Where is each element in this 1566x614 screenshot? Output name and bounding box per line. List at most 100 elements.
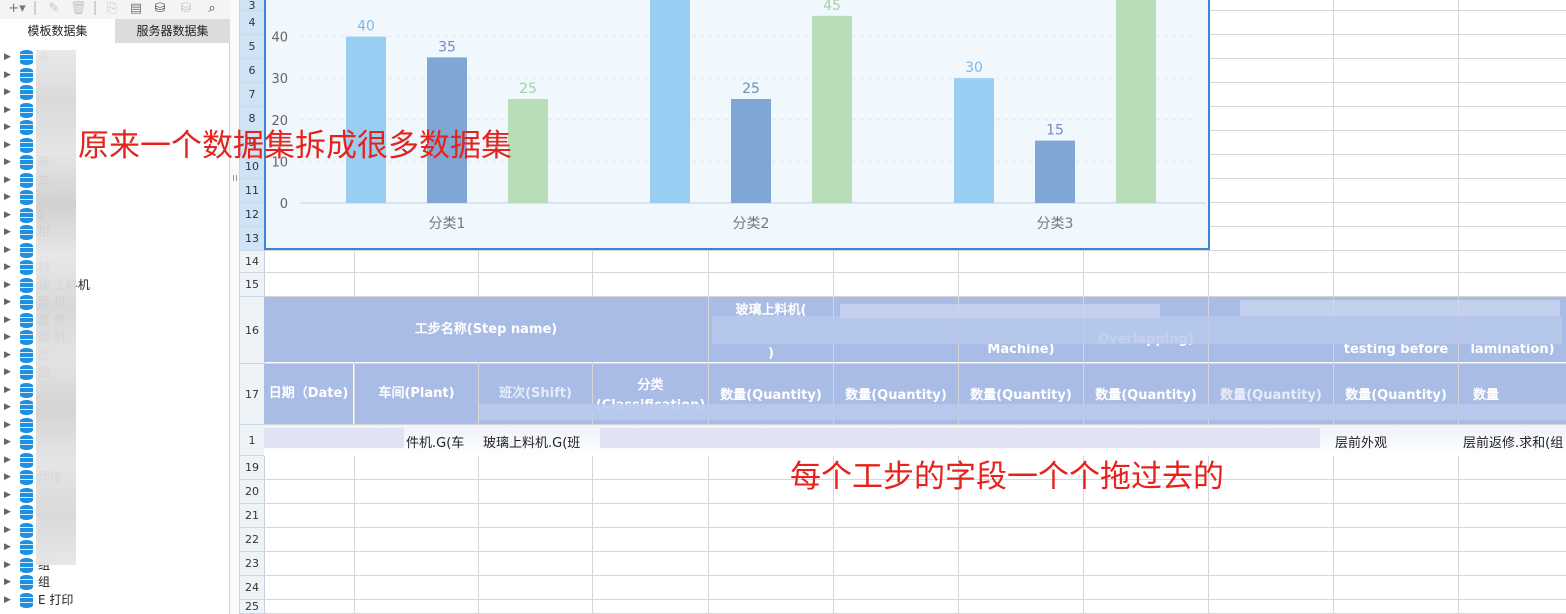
expand-arrow-icon[interactable]: ▶ (4, 191, 11, 203)
field-cell-2[interactable]: 玻璃上料机.G(班 (483, 432, 580, 451)
expand-arrow-icon[interactable]: ▶ (4, 436, 11, 448)
tree-item[interactable]: ▶ E 打印 (0, 591, 230, 609)
row-header[interactable]: 17 (240, 364, 265, 425)
row-header[interactable]: 13 (240, 227, 265, 251)
row-header[interactable]: 20 (240, 480, 265, 504)
tree-item[interactable]: ▶表 (0, 48, 230, 66)
tree-item[interactable]: ▶ (0, 188, 230, 206)
row-header[interactable]: 19 (240, 456, 265, 480)
tree-item[interactable]: ▶ (0, 521, 230, 539)
tree-item[interactable]: ▶组 (0, 556, 230, 574)
row-header[interactable]: 7 (240, 83, 265, 107)
tab-template-dataset[interactable]: 模板数据集 (0, 19, 115, 43)
expand-arrow-icon[interactable]: ▶ (4, 209, 11, 221)
tree-item[interactable]: ▶ (0, 416, 230, 434)
tree-item[interactable]: ▶ (0, 101, 230, 119)
expand-arrow-icon[interactable]: ▶ (4, 524, 11, 536)
expand-arrow-icon[interactable]: ▶ (4, 419, 11, 431)
tree-item[interactable]: ▶ (0, 83, 230, 101)
header-plant[interactable]: 车间(Plant) (355, 364, 478, 424)
expand-arrow-icon[interactable]: ▶ (4, 401, 11, 413)
header-step-name[interactable]: 工步名称(Step name) (264, 297, 708, 362)
expand-arrow-icon[interactable]: ▶ (4, 279, 11, 291)
panel-splitter[interactable] (230, 0, 240, 614)
tree-item[interactable]: ▶层 机 (0, 293, 230, 311)
db-settings-icon[interactable]: ⛁ (152, 1, 168, 17)
tree-item[interactable]: ▶ (0, 398, 230, 416)
expand-arrow-icon[interactable]: ▶ (4, 454, 11, 466)
row-header[interactable]: 22 (240, 528, 265, 552)
expand-arrow-icon[interactable]: ▶ (4, 69, 11, 81)
tab-server-dataset[interactable]: 服务器数据集 (115, 19, 230, 43)
expand-arrow-icon[interactable]: ▶ (4, 349, 11, 361)
row-header[interactable]: 11 (240, 179, 265, 203)
expand-arrow-icon[interactable]: ▶ (4, 261, 11, 273)
db-remove-icon[interactable]: ⛁ (178, 1, 194, 17)
row-header[interactable]: 12 (240, 203, 265, 227)
row-header[interactable]: 25 (240, 600, 265, 614)
expand-arrow-icon[interactable]: ▶ (4, 139, 11, 151)
tree-item[interactable]: ▶ (0, 381, 230, 399)
expand-arrow-icon[interactable]: ▶ (4, 156, 11, 168)
edit-icon[interactable]: ✎ (46, 1, 62, 17)
expand-arrow-icon[interactable]: ▶ (4, 471, 11, 483)
row-header[interactable]: 1 (240, 425, 265, 456)
expand-arrow-icon[interactable]: ▶ (4, 226, 11, 238)
tree-item[interactable]: ▶ (0, 538, 230, 556)
bar-chart[interactable]: 0 10 20 30 40 40 35 25 分类1 25 45 分类2 30 15 分类3 (264, 0, 1210, 250)
tree-item[interactable]: ▶村 (0, 258, 230, 276)
tree-item[interactable]: ▶ (0, 451, 230, 469)
expand-arrow-icon[interactable]: ▶ (4, 86, 11, 98)
plus-icon[interactable]: +▾ (6, 1, 28, 17)
tree-item[interactable]: ▶ (0, 503, 230, 521)
row-header[interactable]: 21 (240, 504, 265, 528)
field-cell-4[interactable]: 层前返修.求和(组 (1463, 432, 1563, 451)
expand-arrow-icon[interactable]: ▶ (4, 296, 11, 308)
row-header[interactable]: 23 (240, 552, 265, 576)
expand-arrow-icon[interactable]: ▶ (4, 594, 11, 606)
tree-item[interactable]: ▶玻 上料机 (0, 276, 230, 294)
tree-item[interactable]: ▶式 (0, 171, 230, 189)
expand-arrow-icon[interactable]: ▶ (4, 104, 11, 116)
row-header[interactable]: 16 (240, 297, 265, 364)
row-header[interactable]: 6 (240, 59, 265, 83)
expand-arrow-icon[interactable]: ▶ (4, 384, 11, 396)
row-header[interactable]: 5 (240, 35, 265, 59)
tree-item[interactable]: ▶组 (0, 363, 230, 381)
tree-item[interactable]: ▶层 机 (0, 328, 230, 346)
header-date[interactable]: 日期（Date) (264, 364, 353, 424)
tree-item[interactable]: ▶1 (0, 206, 230, 224)
expand-arrow-icon[interactable]: ▶ (4, 541, 11, 553)
tree-item[interactable]: ▶ (0, 486, 230, 504)
expand-arrow-icon[interactable]: ▶ (4, 576, 11, 588)
row-header[interactable]: 24 (240, 576, 265, 600)
dataset-icon[interactable]: ▤ (128, 1, 144, 17)
expand-arrow-icon[interactable]: ▶ (4, 489, 11, 501)
expand-arrow-icon[interactable]: ▶ (4, 121, 11, 133)
tree-item[interactable]: ▶ (0, 66, 230, 84)
tree-item[interactable]: ▶组 (0, 573, 230, 591)
row-header[interactable]: 3 (240, 0, 265, 11)
field-cell-1[interactable]: 件机.G(车 (406, 432, 464, 451)
expand-arrow-icon[interactable]: ▶ (4, 366, 11, 378)
search-icon[interactable]: ⌕ (204, 1, 220, 17)
tree-item[interactable]: ▶ (0, 433, 230, 451)
expand-arrow-icon[interactable]: ▶ (4, 506, 11, 518)
field-cell-3[interactable]: 层前外观 (1335, 432, 1387, 451)
row-header[interactable]: 4 (240, 11, 265, 35)
expand-arrow-icon[interactable]: ▶ (4, 331, 11, 343)
expand-arrow-icon[interactable]: ▶ (4, 314, 11, 326)
row-header[interactable]: 15 (240, 273, 265, 297)
tree-item[interactable]: ▶ (0, 241, 230, 259)
row-header[interactable]: 14 (240, 251, 265, 273)
tree-item[interactable]: ▶ 焊接 (0, 468, 230, 486)
expand-arrow-icon[interactable]: ▶ (4, 244, 11, 256)
expand-arrow-icon[interactable]: ▶ (4, 174, 11, 186)
expand-arrow-icon[interactable]: ▶ (4, 559, 11, 571)
expand-arrow-icon[interactable]: ▶ (4, 51, 11, 63)
tree-item[interactable]: ▶层 (0, 346, 230, 364)
tree-item[interactable]: ▶层 修 (0, 311, 230, 329)
preview-icon[interactable]: ⎘ (104, 1, 120, 17)
tree-item[interactable]: ▶柑 (0, 223, 230, 241)
delete-icon[interactable]: 🗑 (70, 1, 87, 17)
